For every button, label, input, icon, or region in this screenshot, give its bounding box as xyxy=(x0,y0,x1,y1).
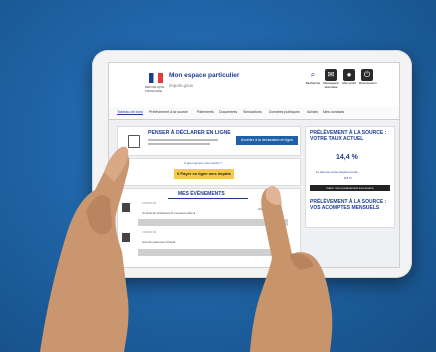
right-hand xyxy=(250,186,333,352)
photo-scene: RÉPUBLIQUE FRANÇAISE Mon espace particul… xyxy=(0,0,436,352)
